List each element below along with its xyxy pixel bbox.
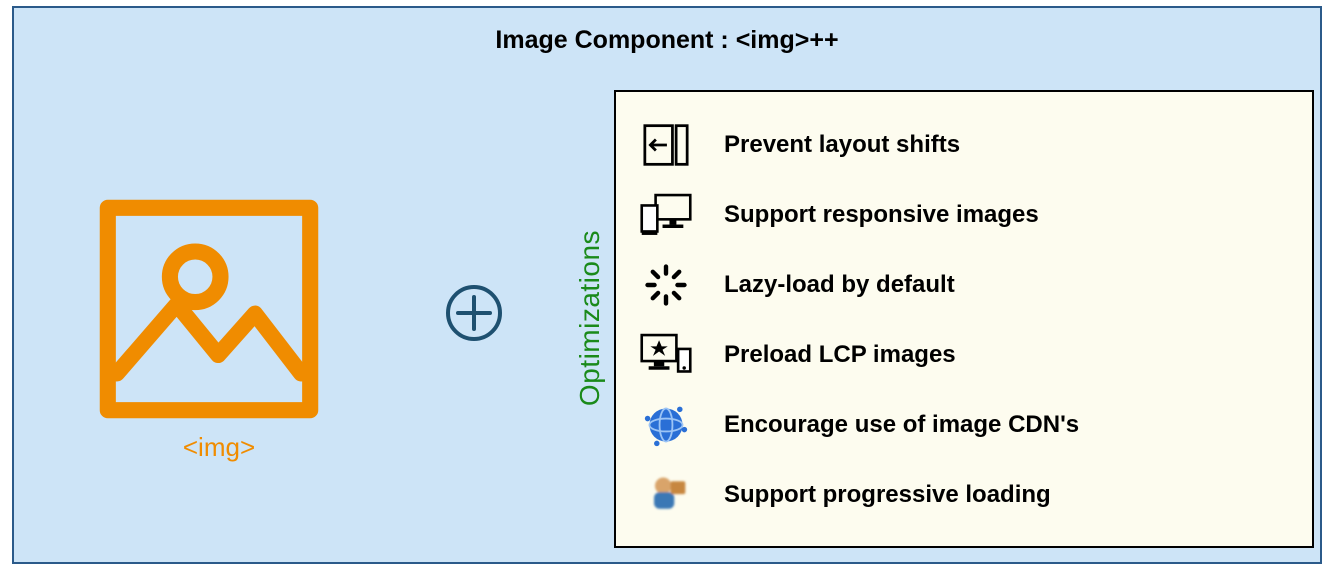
image-icon <box>94 194 324 424</box>
optimizations-box: Prevent layout shifts Support responsive… <box>614 90 1314 548</box>
optimizations-label: Optimizations <box>574 142 606 318</box>
plus-icon <box>444 283 504 348</box>
layout-shift-icon <box>640 119 692 171</box>
progressive-icon <box>640 469 692 521</box>
opt-text: Encourage use of image CDN's <box>724 411 1079 439</box>
opt-row: Support progressive loading <box>640 460 1288 530</box>
diagram-canvas: Image Component : <img>++ <img> Optimiza… <box>12 6 1322 564</box>
preload-icon <box>640 329 692 381</box>
lazy-icon <box>640 259 692 311</box>
opt-row: Encourage use of image CDN's <box>640 390 1288 460</box>
img-block: <img> <box>94 194 344 463</box>
opt-text: Prevent layout shifts <box>724 131 960 159</box>
opt-row: Lazy-load by default <box>640 250 1288 320</box>
diagram-title: Image Component : <img>++ <box>14 26 1320 55</box>
opt-text: Preload LCP images <box>724 341 956 369</box>
opt-text: Lazy-load by default <box>724 271 955 299</box>
opt-text: Support progressive loading <box>724 481 1051 509</box>
responsive-icon <box>640 189 692 241</box>
opt-row: Prevent layout shifts <box>640 110 1288 180</box>
cdn-icon <box>640 399 692 451</box>
img-tag-label: <img> <box>94 432 344 463</box>
opt-row: Preload LCP images <box>640 320 1288 390</box>
opt-text: Support responsive images <box>724 201 1039 229</box>
opt-row: Support responsive images <box>640 180 1288 250</box>
